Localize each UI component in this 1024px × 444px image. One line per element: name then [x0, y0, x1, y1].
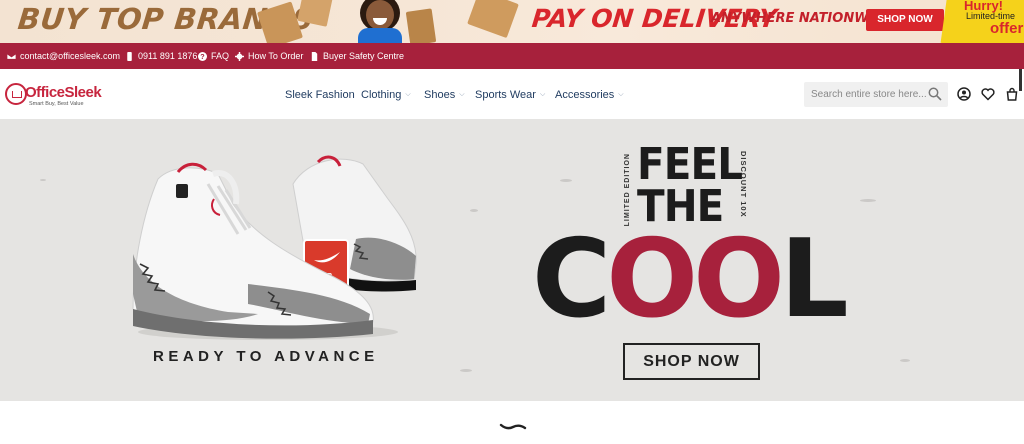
shopping-bag-graphic [467, 0, 519, 39]
headline-cool-oo: OO [606, 217, 785, 342]
promo-model-image [356, 0, 404, 43]
hero-headline: FEEL THE [637, 139, 743, 229]
hurry-offer: offer! [990, 20, 1024, 37]
nav-item-clothing[interactable]: Clothing ⌵ [361, 89, 411, 101]
faq-text: FAQ [211, 51, 230, 61]
promo-banner[interactable]: BUY TOP BRANDS PAY ON DELIVERY ANYWHERE … [0, 0, 1024, 43]
chevron-down-icon: ⌵ [405, 91, 411, 98]
svg-text:?: ? [200, 52, 204, 61]
nav-item-sleek-fashion[interactable]: Sleek Fashion [285, 89, 355, 101]
faq-link[interactable]: ? FAQ [198, 51, 229, 61]
headline-cool-l: L [779, 217, 849, 342]
email-link[interactable]: contact@officesleek.com [7, 51, 120, 61]
cart-logo-icon [5, 83, 27, 105]
logo-tagline: Smart Buy, Best Value [29, 101, 84, 107]
phone-icon [127, 51, 132, 61]
document-icon [311, 51, 318, 61]
nav-label: Shoes [424, 89, 456, 101]
nav-item-accessories[interactable]: Accessories ⌵ [555, 89, 624, 101]
buyer-safety-text: Buyer Safety Centre [323, 51, 405, 61]
chevron-down-icon: ⌵ [459, 91, 465, 98]
buyer-safety-link[interactable]: Buyer Safety Centre [310, 51, 404, 61]
texture-speck [560, 179, 572, 182]
discount-label: DISCOUNT 10X [739, 151, 748, 218]
gear-icon [235, 51, 244, 61]
how-to-order-text: How To Order [248, 51, 304, 61]
headline-cool-c: C [532, 217, 611, 342]
site-logo[interactable]: OfficeSleek Smart Buy, Best Value [5, 83, 105, 109]
logo-name: OfficeSleek [25, 84, 102, 101]
question-icon: ? [198, 51, 207, 61]
nav-label: Accessories [555, 89, 615, 101]
nav-label: Sports Wear [475, 89, 536, 101]
search-icon[interactable] [928, 87, 942, 101]
shopping-bag-graphic [405, 8, 437, 43]
contact-bar: contact@officesleek.com 0911 891 1876 ? … [0, 43, 1024, 69]
headline-cool: COOL [532, 226, 849, 334]
texture-speck [860, 199, 876, 202]
hero-tagline: READY TO ADVANCE [153, 348, 379, 365]
headline-feel: FEEL [637, 139, 743, 190]
nav-item-sports-wear[interactable]: Sports Wear ⌵ [475, 89, 545, 101]
main-header: OfficeSleek Smart Buy, Best Value Sleek … [0, 69, 1024, 119]
nav-item-shoes[interactable]: Shoes ⌵ [424, 89, 465, 101]
phone-text: 0911 891 1876 [138, 51, 198, 61]
email-text: contact@officesleek.com [20, 51, 121, 61]
sneakers-image: AIR [132, 155, 417, 340]
heart-icon[interactable] [981, 87, 995, 101]
limited-edition-label: LIMITED EDITION [624, 153, 631, 227]
search-box [804, 82, 948, 107]
texture-speck [460, 369, 472, 372]
shopping-bag-icon[interactable] [1005, 87, 1019, 101]
how-to-order-link[interactable]: How To Order [235, 51, 303, 61]
nav-label: Clothing [361, 89, 402, 101]
scrollbar-thumb[interactable] [1019, 69, 1022, 91]
mail-icon [7, 52, 16, 60]
promo-shop-now-button[interactable]: SHOP NOW [866, 9, 944, 31]
hero-banner[interactable]: AIR READY TO ADVANCE LIMITED EDITION FEE… [0, 119, 1024, 401]
chevron-down-icon: ⌵ [618, 91, 624, 98]
scroll-down-icon[interactable] [499, 421, 527, 433]
hero-shop-now-button[interactable]: SHOP NOW [623, 343, 760, 380]
chevron-down-icon: ⌵ [539, 91, 546, 98]
texture-speck [900, 359, 910, 362]
phone-link[interactable]: 0911 891 1876 [125, 51, 197, 61]
texture-speck [40, 179, 46, 181]
texture-speck [470, 209, 478, 212]
account-icon[interactable] [957, 87, 971, 101]
search-input[interactable] [811, 82, 926, 107]
nav-label: Sleek Fashion [285, 89, 355, 101]
